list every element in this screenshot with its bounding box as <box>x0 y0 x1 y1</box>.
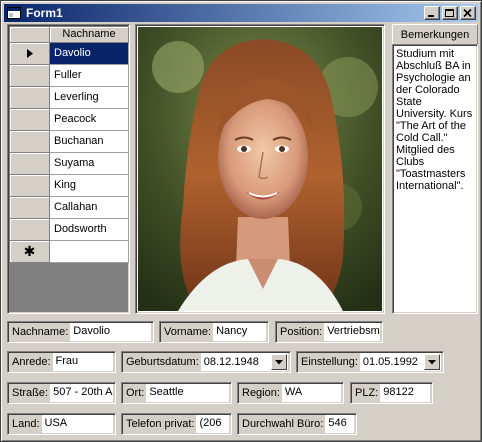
column-header-nachname[interactable]: Nachname <box>50 27 129 43</box>
table-row[interactable]: Callahan <box>10 197 129 219</box>
nachname-field: Nachname: Davolio <box>7 321 154 343</box>
region-input[interactable]: WA <box>281 384 341 402</box>
geburtsdatum-field: Geburtsdatum: 08.12.1948 <box>121 351 291 373</box>
telefon-input[interactable]: (206 <box>196 415 229 433</box>
app-icon <box>6 6 22 20</box>
anrede-input[interactable]: Frau <box>52 353 113 371</box>
table-row[interactable]: Suyama <box>10 153 129 175</box>
plz-input[interactable]: 98122 <box>380 384 430 402</box>
new-row-cell[interactable] <box>50 241 129 263</box>
geburtsdatum-value: 08.12.1948 <box>203 355 259 368</box>
table-row[interactable]: Davolio <box>10 43 129 65</box>
table-row[interactable]: Fuller <box>10 65 129 87</box>
table-row[interactable]: Buchanan <box>10 131 129 153</box>
portrait-image <box>138 27 382 311</box>
row-header[interactable] <box>10 197 50 219</box>
land-input[interactable]: USA <box>41 415 113 433</box>
close-button[interactable] <box>460 6 476 20</box>
row-header[interactable] <box>10 109 50 131</box>
vorname-label: Vorname: <box>164 326 212 338</box>
notes-textbox[interactable]: Studium mit Abschluß BA in Psychologie a… <box>392 44 478 314</box>
vorname-input[interactable]: Nancy <box>213 323 266 341</box>
main-window: Form1 Nachname Davolio Fuller Leverling Pea… <box>0 0 482 442</box>
ort-label: Ort: <box>126 387 145 399</box>
table-row[interactable]: Peacock <box>10 109 129 131</box>
row-header[interactable] <box>10 65 50 87</box>
table-row[interactable]: Leverling <box>10 87 129 109</box>
nachname-cell[interactable]: Peacock <box>50 109 129 131</box>
nachname-cell[interactable]: Davolio <box>50 43 129 65</box>
einstellung-field: Einstellung: 01.05.1992 <box>296 351 444 373</box>
position-field: Position: Vertriebsmi <box>275 321 383 343</box>
new-row[interactable]: ✱ <box>10 241 129 263</box>
nachname-cell[interactable]: Callahan <box>50 197 129 219</box>
chevron-down-icon <box>428 359 436 364</box>
geburtsdatum-picker[interactable]: 08.12.1948 <box>200 353 288 371</box>
einstellung-value: 01.05.1992 <box>362 355 418 368</box>
minimize-button[interactable] <box>424 6 440 20</box>
row-header[interactable] <box>10 153 50 175</box>
title-bar[interactable]: Form1 <box>4 4 478 22</box>
ort-field: Ort: Seattle <box>121 382 232 404</box>
window-title: Form1 <box>26 6 63 20</box>
strasse-input[interactable]: 507 - 20th A <box>50 384 113 402</box>
einstellung-picker[interactable]: 01.05.1992 <box>359 353 441 371</box>
table-row[interactable]: King <box>10 175 129 197</box>
telefon-label: Telefon privat: <box>126 418 195 430</box>
region-field: Region: WA <box>237 382 344 404</box>
land-label: Land: <box>12 418 40 430</box>
current-row-arrow-icon <box>26 49 33 58</box>
telefon-field: Telefon privat: (206 <box>121 413 232 435</box>
strasse-label: Straße: <box>12 387 49 399</box>
anrede-label: Anrede: <box>12 356 51 368</box>
nachname-cell[interactable]: Fuller <box>50 65 129 87</box>
einstellung-dropdown-button[interactable] <box>424 354 440 370</box>
nachname-cell[interactable]: Leverling <box>50 87 129 109</box>
position-label: Position: <box>280 326 323 338</box>
maximize-button[interactable] <box>442 6 458 20</box>
chevron-down-icon <box>275 359 283 364</box>
strasse-field: Straße: 507 - 20th A <box>7 382 116 404</box>
einstellung-label: Einstellung: <box>301 356 358 368</box>
plz-field: PLZ: 98122 <box>350 382 433 404</box>
nachname-cell[interactable]: Suyama <box>50 153 129 175</box>
position-input[interactable]: Vertriebsmi <box>324 323 380 341</box>
employee-grid[interactable]: Nachname Davolio Fuller Leverling Peacock Bu… <box>7 24 130 314</box>
region-label: Region: <box>242 387 280 399</box>
table-row[interactable]: Dodsworth <box>10 219 129 241</box>
land-field: Land: USA <box>7 413 116 435</box>
geburtsdatum-dropdown-button[interactable] <box>271 354 287 370</box>
notes-header: Bemerkungen <box>392 24 478 46</box>
nachname-cell[interactable]: King <box>50 175 129 197</box>
row-header[interactable] <box>10 175 50 197</box>
durchwahl-label: Durchwahl Büro: <box>242 418 324 430</box>
maximize-icon <box>445 9 454 17</box>
nachname-label: Nachname: <box>12 326 69 338</box>
grid-corner-cell[interactable] <box>10 27 50 43</box>
ort-input[interactable]: Seattle <box>146 384 229 402</box>
anrede-field: Anrede: Frau <box>7 351 116 373</box>
close-icon <box>463 9 472 18</box>
employee-photo <box>135 24 385 314</box>
vorname-field: Vorname: Nancy <box>159 321 269 343</box>
durchwahl-field: Durchwahl Büro: 546 <box>237 413 357 435</box>
row-header[interactable] <box>10 87 50 109</box>
new-row-marker-icon: ✱ <box>10 241 50 263</box>
minimize-icon <box>428 15 434 17</box>
row-header[interactable] <box>10 219 50 241</box>
nachname-cell[interactable]: Buchanan <box>50 131 129 153</box>
row-header[interactable] <box>10 43 50 65</box>
row-header[interactable] <box>10 131 50 153</box>
nachname-cell[interactable]: Dodsworth <box>50 219 129 241</box>
geburtsdatum-label: Geburtsdatum: <box>126 356 199 368</box>
durchwahl-input[interactable]: 546 <box>325 415 354 433</box>
nachname-input[interactable]: Davolio <box>70 323 151 341</box>
grid-header-row: Nachname <box>10 27 129 43</box>
plz-label: PLZ: <box>355 387 379 399</box>
